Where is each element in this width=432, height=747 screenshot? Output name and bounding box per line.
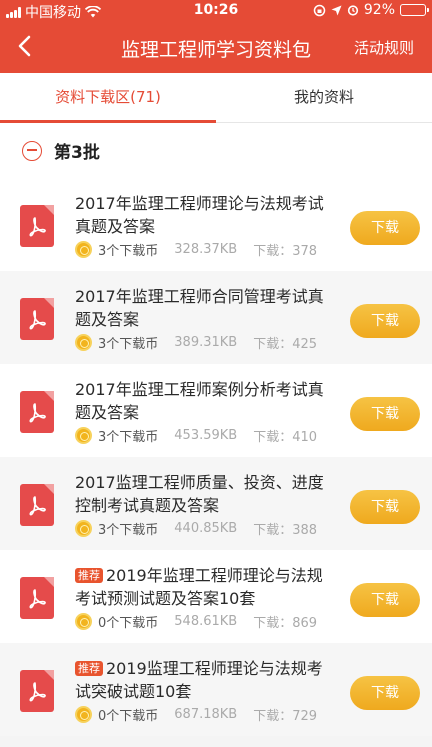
download-button[interactable]: 下载 [350,211,420,245]
item-size: 453.59KB [174,428,238,443]
item-cost: 3个下载币 [98,244,159,259]
item-meta: 3个下载币 328.37KB 下载：378 [75,240,332,259]
item-size: 548.61KB [174,614,238,629]
item-title: 2019年监理工程师理论与法规考试预测试题及答案10套 [75,566,323,608]
list-item[interactable]: 推荐 2019监理工程师理论与法规考试突破试题10套 0个下载币 687.18KB 下载… [0,643,432,736]
tab-bar: 资料下载区(71) 我的资料 [0,73,432,123]
item-cost: 3个下载币 [98,430,159,445]
item-title: 2017年监理工程师案例分析考试真题及答案 [75,380,324,422]
list-item[interactable]: 2017监理工程师质量、投资、进度控制考试真题及答案 3个下载币 440.85KB 下… [0,457,432,550]
item-meta: 0个下载币 548.61KB 下载：869 [75,612,332,631]
battery-percent: 92% [363,2,395,18]
list-item[interactable]: 推荐 2019年监理工程师理论与法规考试预测试题及答案10套 0个下载币 548.61… [0,550,432,643]
item-size: 328.37KB [174,242,238,257]
item-title-line: 2017年监理工程师理论与法规考试真题及答案 [75,178,332,240]
alarm-icon [347,5,358,16]
list-item[interactable]: 2017年监理工程师理论与法规考试真题及答案 3个下载币 328.37KB 下载：37… [0,178,432,271]
coin-icon [75,334,92,351]
batch-header[interactable]: 第3批 [0,123,432,178]
item-meta: 3个下载币 440.85KB 下载：388 [75,519,332,538]
status-right: 92% [313,2,429,18]
item-title-line: 推荐 2019年监理工程师理论与法规考试预测试题及答案10套 [75,550,332,612]
batch-title: 第3批 [54,143,100,163]
item-title: 2017年监理工程师合同管理考试真题及答案 [75,287,324,329]
pdf-file-icon [20,391,54,433]
tab-my-materials[interactable]: 我的资料 [216,73,432,122]
tab-download-area[interactable]: 资料下载区(71) [0,73,216,123]
item-size: 389.31KB [174,335,238,350]
item-cost: 3个下载币 [98,523,159,538]
item-cost: 0个下载币 [98,616,159,631]
list-item[interactable]: 2017年监理工程师合同管理考试真题及答案 3个下载币 389.31KB 下载：425… [0,271,432,364]
pdf-file-icon [20,670,54,712]
item-size: 440.85KB [174,521,238,536]
coin-icon [75,520,92,537]
list-item[interactable]: 2017年监理工程师案例分析考试真题及答案 3个下载币 453.59KB 下载：410… [0,364,432,457]
item-title-line: 2017年监理工程师案例分析考试真题及答案 [75,364,332,426]
coin-icon [75,706,92,723]
download-button[interactable]: 下载 [350,304,420,338]
item-size: 687.18KB [174,707,238,722]
recommend-badge: 推荐 [75,661,103,676]
battery-icon [400,4,429,16]
item-meta: 3个下载币 389.31KB 下载：425 [75,333,332,352]
item-title: 2019监理工程师理论与法规考试突破试题10套 [75,659,323,701]
item-title-line: 2017监理工程师质量、投资、进度控制考试真题及答案 [75,457,332,519]
coin-icon [75,427,92,444]
nav-bar: 监理工程师学习资料包 活动规则 [0,22,432,73]
item-cost: 0个下载币 [98,709,159,724]
download-button[interactable]: 下载 [350,583,420,617]
download-button[interactable]: 下载 [350,490,420,524]
material-list: 2017年监理工程师理论与法规考试真题及答案 3个下载币 328.37KB 下载：37… [0,178,432,736]
item-downloads: 下载：729 [253,709,318,724]
item-title-line: 推荐 2019监理工程师理论与法规考试突破试题10套 [75,643,332,705]
item-meta: 0个下载币 687.18KB 下载：729 [75,705,332,724]
item-downloads: 下载：869 [253,616,318,631]
top-bar: 中国移动 10:26 92% 监理工程师学习资料包 活动规则 [0,0,432,73]
item-downloads: 下载：378 [253,244,318,259]
item-title: 2017监理工程师质量、投资、进度控制考试真题及答案 [75,473,324,515]
pdf-file-icon [20,298,54,340]
item-downloads: 下载：425 [253,337,318,352]
collapse-icon[interactable] [22,140,42,161]
location-icon [331,5,342,15]
download-button[interactable]: 下载 [350,676,420,710]
rotation-lock-icon [313,4,326,16]
download-button[interactable]: 下载 [350,397,420,431]
status-bar: 中国移动 10:26 92% [0,0,432,22]
pdf-file-icon [20,577,54,619]
coin-icon [75,241,92,258]
pdf-file-icon [20,205,54,247]
item-downloads: 下载：388 [253,523,318,538]
recommend-badge: 推荐 [75,568,103,583]
item-meta: 3个下载币 453.59KB 下载：410 [75,426,332,445]
item-downloads: 下载：410 [253,430,318,445]
coin-icon [75,613,92,630]
item-cost: 3个下载币 [98,337,159,352]
item-title: 2017年监理工程师理论与法规考试真题及答案 [75,194,324,236]
activity-rules-link[interactable]: 活动规则 [354,37,414,58]
item-title-line: 2017年监理工程师合同管理考试真题及答案 [75,271,332,333]
pdf-file-icon [20,484,54,526]
